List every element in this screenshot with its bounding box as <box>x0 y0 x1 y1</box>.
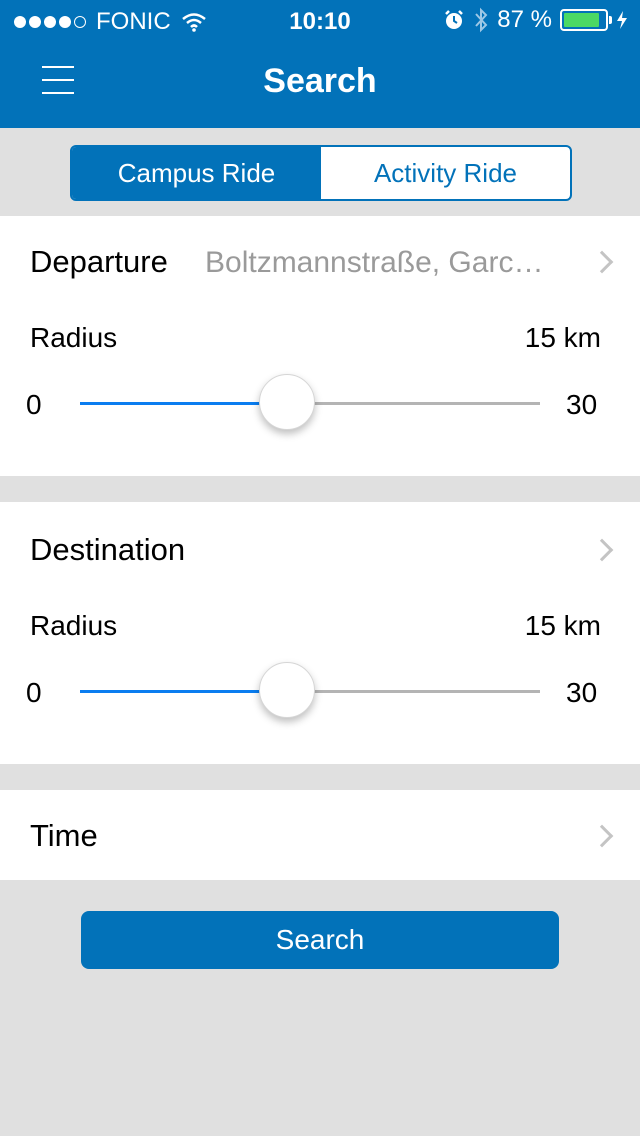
slider-fill <box>80 690 287 693</box>
chevron-right-icon[interactable] <box>590 824 614 848</box>
chevron-right-icon[interactable] <box>590 538 614 562</box>
destination-radius-value: 15 km <box>524 610 601 641</box>
destination-slider-max: 30 <box>566 677 598 708</box>
segment-campus-ride[interactable]: Campus Ride <box>72 147 321 199</box>
destination-slider-min: 0 <box>26 677 42 708</box>
departure-radius-label: Radius <box>30 322 118 353</box>
destination-radius-label: Radius <box>30 610 118 641</box>
bluetooth-icon <box>475 7 488 33</box>
departure-slider-max: 30 <box>566 389 598 420</box>
departure-label: Departure <box>30 244 168 279</box>
search-button[interactable]: Search <box>81 911 559 969</box>
status-right: 87 % <box>443 6 628 34</box>
battery-icon <box>560 9 612 31</box>
destination-panel: Destination Radius 15 km 0 30 <box>0 502 640 764</box>
chevron-right-icon[interactable] <box>590 250 614 274</box>
battery-percent: 87 % <box>497 6 552 33</box>
battery-fill <box>564 13 599 27</box>
time-label: Time <box>30 818 98 853</box>
slider-fill <box>80 402 287 405</box>
page-title: Search <box>263 62 377 100</box>
destination-label: Destination <box>30 532 186 567</box>
departure-value[interactable]: Boltzmannstraße, Garc… <box>205 246 575 280</box>
slider-thumb[interactable] <box>259 662 315 718</box>
charging-icon <box>617 11 627 29</box>
status-bar: FONIC 10:10 87 % <box>0 0 640 40</box>
segment-activity-ride[interactable]: Activity Ride <box>321 147 570 199</box>
destination-radius-slider[interactable] <box>80 662 540 718</box>
slider-thumb[interactable] <box>259 374 315 430</box>
departure-radius-slider[interactable] <box>80 374 540 430</box>
departure-slider-min: 0 <box>26 389 42 420</box>
alarm-icon <box>445 10 464 29</box>
ride-type-segmented-control: Campus Ride Activity Ride <box>70 145 572 201</box>
top-bar: FONIC 10:10 87 % Search <box>0 0 640 128</box>
departure-panel: Departure Boltzmannstraße, Garc… Radius … <box>0 216 640 476</box>
time-panel[interactable]: Time <box>0 790 640 880</box>
departure-radius-value: 15 km <box>524 322 601 353</box>
